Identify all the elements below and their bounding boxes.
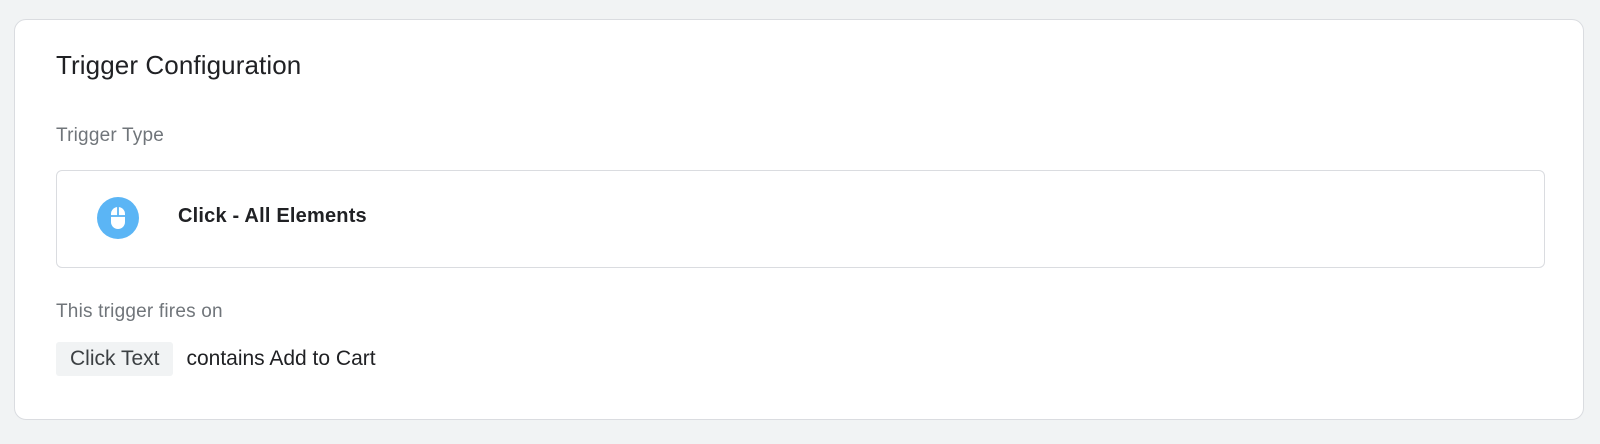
trigger-type-selector[interactable]: Click - All Elements	[56, 170, 1545, 268]
trigger-condition: Click Text contains Add to Cart	[56, 342, 376, 376]
trigger-configuration-card: Trigger Configuration Trigger Type Click…	[14, 19, 1584, 420]
variable-chip: Click Text	[56, 342, 174, 376]
trigger-type-label: Trigger Type	[56, 125, 165, 146]
trigger-type-name: Click - All Elements	[178, 205, 367, 227]
condition-text: contains Add to Cart	[186, 347, 376, 370]
mouse-icon	[97, 197, 139, 239]
fires-on-label: This trigger fires on	[56, 301, 223, 322]
card-title: Trigger Configuration	[56, 50, 302, 80]
